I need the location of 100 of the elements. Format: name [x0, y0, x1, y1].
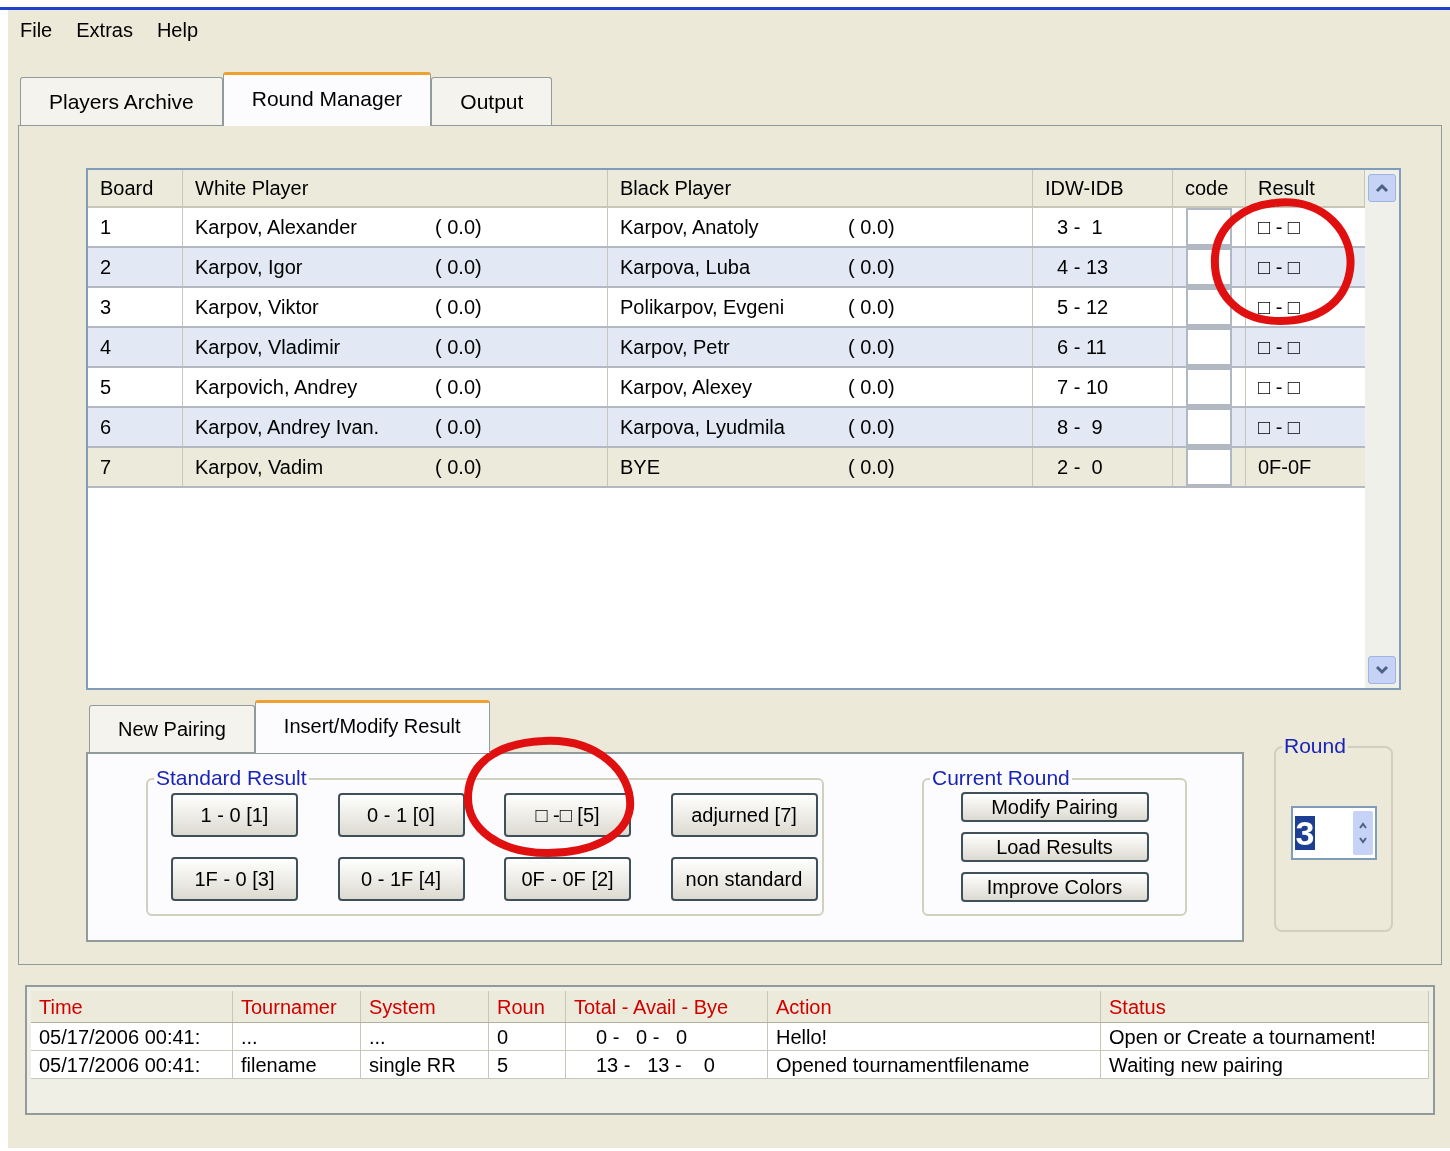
- round-spinner[interactable]: 3: [1290, 806, 1377, 860]
- table-cell-text: □ - □: [1257, 375, 1301, 400]
- column-header: Roun: [489, 991, 566, 1022]
- table-cell: 2: [88, 248, 183, 286]
- tab[interactable]: Output: [431, 76, 553, 125]
- result-button[interactable]: adjurned [7]: [670, 793, 818, 837]
- player-score: ( 0.0): [435, 255, 482, 280]
- round-button[interactable]: Modify Pairing: [960, 792, 1149, 822]
- result-button[interactable]: □ -□ [5]: [504, 793, 631, 837]
- table-cell-text: 0F-0F: [1257, 455, 1313, 480]
- player-score: ( 0.0): [848, 415, 895, 440]
- table-cell: 05/17/2006 00:41:: [31, 1023, 233, 1050]
- table-row[interactable]: 6 Karpov, Andrey Ivan. ( 0.0) Karpova, Lyudmila ( 0.0) 8 - 9 □ - □: [88, 408, 1365, 448]
- result-button[interactable]: 0 - 1 [0]: [337, 793, 465, 837]
- scroll-up-icon[interactable]: [1368, 174, 1396, 202]
- player-name: Karpov, Igor: [195, 255, 304, 280]
- table-row[interactable]: 2 Karpov, Igor ( 0.0) Karpova, Luba ( 0.0) 4 - 13 □ - □: [88, 248, 1365, 288]
- code-field[interactable]: [1186, 288, 1232, 326]
- column-header: White Player: [183, 170, 608, 206]
- column-header: Tournamer: [233, 991, 361, 1022]
- player-score: ( 0.0): [848, 215, 895, 240]
- table-cell: 8 - 9: [1033, 408, 1173, 446]
- player-name: Karpov, Anatoly: [620, 215, 760, 240]
- table-cell: 2 - 0: [1033, 448, 1173, 486]
- menu-item[interactable]: Help: [156, 15, 199, 45]
- spinner-value: 3: [1294, 816, 1316, 850]
- result-button[interactable]: 0 - 1F [4]: [337, 857, 465, 901]
- code-field[interactable]: [1186, 328, 1232, 366]
- player-name: Polikarpov, Evgeni: [620, 295, 786, 320]
- table-cell: filename: [233, 1051, 361, 1078]
- table-cell: 7 - 10: [1033, 368, 1173, 406]
- table-cell-text: □ - □: [1257, 415, 1301, 440]
- table-cell: Hello!: [768, 1023, 1101, 1050]
- column-header: code: [1173, 170, 1246, 206]
- scroll-down-icon[interactable]: [1368, 656, 1396, 684]
- player-name: Karpov, Andrey Ivan.: [195, 415, 381, 440]
- table-row[interactable]: 3 Karpov, Viktor ( 0.0) Polikarpov, Evgeni ( 0.0) 5 - 12 □ - □: [88, 288, 1365, 328]
- player-name: Karpovich, Andrey: [195, 375, 359, 400]
- column-header: Time: [31, 991, 233, 1022]
- player-score: ( 0.0): [435, 415, 482, 440]
- round-button[interactable]: Load Results: [960, 832, 1149, 862]
- round-button[interactable]: Improve Colors: [960, 872, 1149, 902]
- table-row[interactable]: 1 Karpov, Alexander ( 0.0) Karpov, Anatoly ( 0.0) 3 - 1 □ - □: [88, 208, 1365, 248]
- scrollbar[interactable]: [1365, 170, 1399, 688]
- result-button[interactable]: non standard: [670, 857, 818, 901]
- player-score: ( 0.0): [435, 295, 482, 320]
- table-cell: 1: [88, 208, 183, 246]
- player-name: Karpov, Vladimir: [195, 335, 342, 360]
- player-score: ( 0.0): [435, 375, 482, 400]
- table-cell: 13 - 13 - 0: [566, 1051, 768, 1078]
- player-score: ( 0.0): [848, 295, 895, 320]
- table-cell: 6 - 11: [1033, 328, 1173, 366]
- code-field[interactable]: [1186, 448, 1232, 486]
- code-field[interactable]: [1186, 368, 1232, 406]
- player-name: Karpova, Luba: [620, 255, 752, 280]
- tab[interactable]: Insert/Modify Result: [254, 700, 490, 753]
- column-header: Action: [768, 991, 1101, 1022]
- table-cell: 6: [88, 408, 183, 446]
- table-cell: ...: [361, 1023, 489, 1050]
- menu-item[interactable]: File: [20, 15, 53, 45]
- player-name: BYE: [620, 455, 662, 480]
- column-header: System: [361, 991, 489, 1022]
- table-row[interactable]: 5 Karpovich, Andrey ( 0.0) Karpov, Alexey ( 0.0) 7 - 10 □ - □: [88, 368, 1365, 408]
- table-cell: 3 - 1: [1033, 208, 1173, 246]
- table-cell: Waiting new pairing: [1101, 1051, 1429, 1078]
- table-cell: ...: [233, 1023, 361, 1050]
- tab[interactable]: New Pairing: [89, 705, 255, 752]
- result-button[interactable]: 0F - 0F [2]: [504, 857, 631, 901]
- table-row[interactable]: 4 Karpov, Vladimir ( 0.0) Karpov, Petr ( 0.0) 6 - 11 □ - □: [88, 328, 1365, 368]
- table-cell: Open or Create a tournament!: [1101, 1023, 1429, 1050]
- table-cell: 4: [88, 328, 183, 366]
- player-score: ( 0.0): [848, 335, 895, 360]
- table-cell: 7: [88, 448, 183, 486]
- table-cell: single RR: [361, 1051, 489, 1078]
- table-cell: 5: [88, 368, 183, 406]
- table-row[interactable]: 7 Karpov, Vadim ( 0.0) BYE ( 0.0) 2 - 0 0F-0F: [88, 448, 1365, 488]
- table-cell-text: □ - □: [1257, 295, 1301, 320]
- tab[interactable]: Round Manager: [222, 71, 432, 126]
- table-cell-text: □ - □: [1257, 335, 1301, 360]
- result-button[interactable]: 1 - 0 [1]: [171, 793, 298, 837]
- column-header: IDW-IDB: [1033, 170, 1173, 206]
- menu-item[interactable]: Extras: [76, 15, 133, 45]
- spinner-arrows-icon[interactable]: [1352, 811, 1373, 855]
- table-cell: Opened tournamentfilename: [768, 1051, 1101, 1078]
- player-name: Karpov, Vadim: [195, 455, 325, 480]
- code-field[interactable]: [1186, 408, 1232, 446]
- table-cell: 0: [489, 1023, 566, 1050]
- player-name: Karpova, Lyudmila: [620, 415, 786, 440]
- table-cell: 0 - 0 - 0: [566, 1023, 768, 1050]
- table-cell: 05/17/2006 00:41:: [31, 1051, 233, 1078]
- column-header: Status: [1101, 991, 1429, 1022]
- player-score: ( 0.0): [435, 455, 482, 480]
- player-name: Karpov, Alexander: [195, 215, 358, 240]
- player-name: Karpov, Alexey: [620, 375, 753, 400]
- table-cell-text: □ - □: [1257, 255, 1301, 280]
- table-cell: 5 - 12: [1033, 288, 1173, 326]
- player-name: Karpov, Viktor: [195, 295, 320, 320]
- result-button[interactable]: 1F - 0 [3]: [171, 857, 298, 901]
- column-header: Board: [88, 170, 183, 206]
- tab[interactable]: Players Archive: [20, 76, 223, 125]
